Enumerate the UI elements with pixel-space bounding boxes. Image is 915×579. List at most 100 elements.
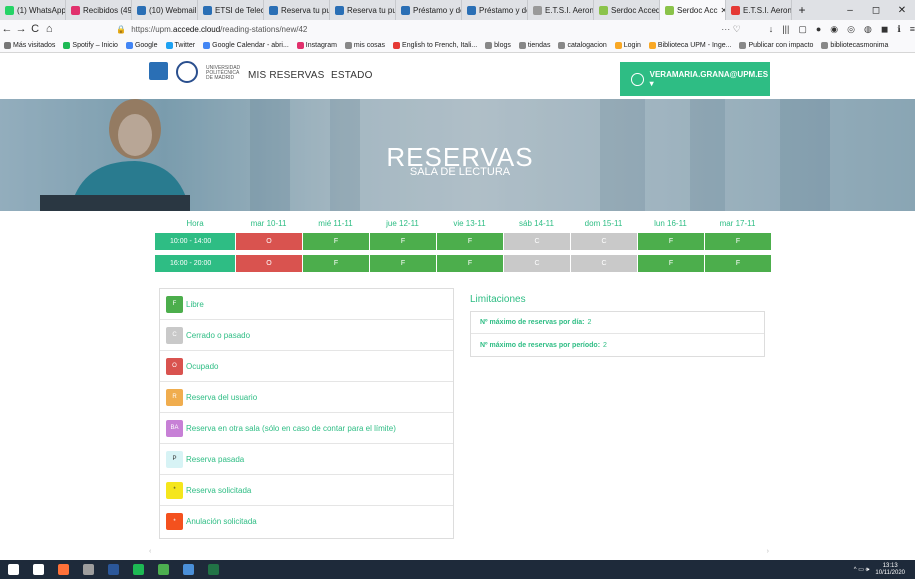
hero-subtitle: SALA DE LECTURA [409,166,511,178]
bookmark-item[interactable]: Publicar con impacto [739,41,814,49]
browser-tab[interactable]: Serdoc Acc✕ [660,0,726,20]
schedule-slot-F[interactable]: F [704,255,771,272]
schedule-slot-F[interactable]: F [704,233,771,250]
browser-nav-bar: ← → C ⌂ 🔒 https://upm.accede.cloud/readi… [0,20,915,38]
toolbar-extension-icon[interactable]: ||| [782,24,789,35]
bookmark-icon [648,41,656,49]
tab-favicon-icon [401,5,410,15]
day-header: jue 12-11 [386,219,419,228]
app-logo-icon[interactable] [149,62,168,80]
browser-tab[interactable]: E.T.S.I. Aerona [726,0,792,20]
bookmark-item[interactable]: Instagram [296,41,337,49]
toolbar-extension-icon[interactable]: ◍ [864,24,872,35]
toolbar-extension-icon[interactable]: ≡ [910,24,915,35]
tray-icons[interactable]: ^ ▭ 🕪 [854,566,870,574]
bookmark-item[interactable]: Biblioteca UPM - Inge... [648,41,732,49]
scroll-left-icon[interactable]: ‹ [149,548,151,556]
schedule-slot-F[interactable]: F [369,233,436,250]
legend-chip: P [166,450,183,468]
schedule-table: Hora mar 10-11 mié 11-11 jue 12-11 vie 13-11… [155,219,771,272]
schedule-slot-F[interactable]: F [302,233,369,250]
browser-tab[interactable]: (1) WhatsApp [0,0,66,20]
back-button[interactable]: ← [0,23,14,35]
day-header: mar 10-11 [250,219,287,228]
legend-item: * Reserva solicitada [160,475,453,506]
toolbar-extension-icon[interactable]: ↓ [769,24,774,35]
photos-icon[interactable] [158,564,169,575]
bookmark-item[interactable]: blogs [485,41,511,49]
day-header: vie 13-11 [453,219,486,228]
browser-tab[interactable]: ETSI de Teleco [198,0,264,20]
browser-tab[interactable]: Reserva tu pue [330,0,396,20]
spotify-icon[interactable] [133,564,144,575]
new-tab-button[interactable]: + [792,0,812,20]
bookmark-item[interactable]: catalogacion [558,41,607,49]
menu-estado[interactable]: ESTADO [331,70,373,81]
browser-tab[interactable]: Serdoc Accede [594,0,660,20]
schedule-header-row: Hora mar 10-11 mié 11-11 jue 12-11 vie 13-11… [155,219,771,228]
schedule-slot-F[interactable]: F [436,233,503,250]
firefox-icon[interactable] [58,564,69,575]
bookmark-item[interactable]: Google [125,41,158,49]
toolbar-extension-icon[interactable]: ◉ [830,24,838,35]
page-actions[interactable]: ··· ♡ [721,24,741,35]
window-close-button[interactable]: ✕ [889,0,915,20]
browser-tab[interactable]: (10) Webmail [132,0,198,20]
bookmark-label: Biblioteca UPM - Inge... [657,41,732,49]
home-button[interactable]: ⌂ [42,23,56,35]
toolbar-extension-icon[interactable]: ℹ [897,24,900,35]
bookmark-item[interactable]: Login [614,41,641,49]
bookmark-item[interactable]: mis cosas [344,41,385,49]
clock[interactable]: 13:13 10/11/2020 [875,563,905,577]
bookmark-item[interactable]: Spotify – Inicio [63,41,118,49]
bookmark-item[interactable]: English to French, Itali... [393,41,477,49]
browser-tab[interactable]: E.T.S.I. Aerona [528,0,594,20]
minimize-button[interactable]: – [837,0,863,20]
tab-title: Préstamo y de [413,5,462,15]
toolbar-extension-icon[interactable]: ◼ [881,24,888,35]
scroll-right-icon[interactable]: › [767,548,769,556]
schedule-slot-C: C [570,233,637,250]
bookmark-label: Publicar con impacto [748,41,814,49]
bookmark-item[interactable]: Twitter [165,41,196,49]
toolbar-extension-icon[interactable]: ● [816,24,821,35]
user-menu-button[interactable]: VERAMARIA.GRANA@UPM.ES ▾ [620,62,770,96]
app-icon[interactable] [83,564,94,575]
toolbar-extension-icon[interactable]: ▢ [798,24,807,35]
browser-tab[interactable]: Recibidos (49) [66,0,132,20]
menu-mis-reservas[interactable]: MIS RESERVAS [248,70,325,81]
url-text: https://upm.accede.cloud/reading-station… [131,24,308,34]
reload-button[interactable]: C [28,23,42,35]
browser-tab[interactable]: Préstamo y de [396,0,462,20]
bookmark-icon [125,41,133,49]
schedule-slot-F[interactable]: F [637,233,704,250]
excel-icon[interactable] [208,564,219,575]
search-icon[interactable] [33,564,44,575]
bookmark-item[interactable]: Google Calendar - abri... [203,41,289,49]
legend-item: O Ocupado [160,351,453,382]
schedule-slot-F[interactable]: F [302,255,369,272]
bookmark-label: Twitter [174,41,196,49]
windows-start-icon[interactable] [8,564,19,575]
word-icon[interactable] [108,564,119,575]
address-bar[interactable]: 🔒 https://upm.accede.cloud/reading-stati… [116,22,749,36]
schedule-slot-F[interactable]: F [436,255,503,272]
window-controls: – ◻ ✕ [837,0,915,20]
upm-seal-icon [176,61,198,83]
forward-button[interactable]: → [14,23,28,35]
schedule-slot-F[interactable]: F [637,255,704,272]
schedule-row: 16:00 - 20:00 O F F F C C F F [155,255,771,272]
bookmark-item[interactable]: bibliotecasmonima [821,41,888,49]
legend-chip: * [166,481,183,499]
browser-tab[interactable]: Reserva tu pue [264,0,330,20]
browser-tab[interactable]: Préstamo y de [462,0,528,20]
legend-label: Anulación solicitada [186,517,257,526]
bookmark-item[interactable]: tiendas [518,41,550,49]
horizontal-scrollbar[interactable]: ‹ › [149,548,769,556]
maximize-button[interactable]: ◻ [863,0,889,20]
legend-label: Libre [186,299,204,309]
schedule-slot-F[interactable]: F [369,255,436,272]
edge-icon[interactable] [183,564,194,575]
bookmark-item[interactable]: Más visitados [4,41,55,49]
toolbar-extension-icon[interactable]: ◎ [847,24,855,35]
